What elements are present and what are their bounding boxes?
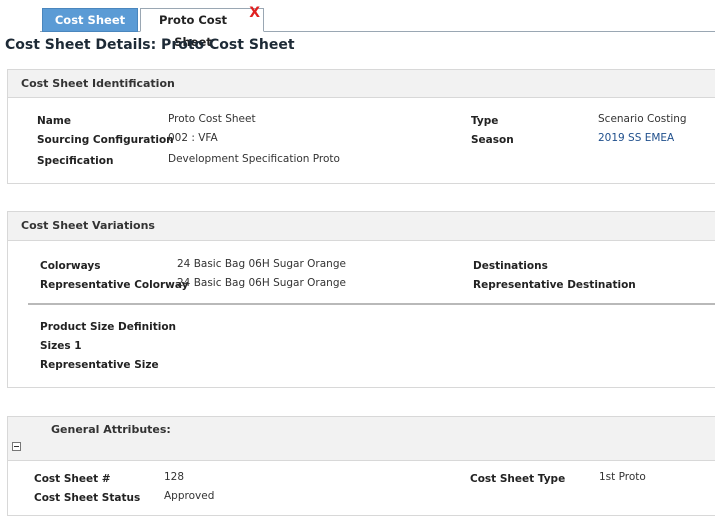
tab-bar: Cost Sheet List Proto Cost Sheet X [0, 0, 715, 49]
cost-sheet-type-label: Cost Sheet Type [470, 473, 566, 485]
specification-value: Development Specification Proto [168, 153, 340, 165]
cost-sheet-number-label: Cost Sheet # [34, 473, 111, 485]
close-icon[interactable]: X [249, 6, 260, 20]
cost-sheet-type-value: 1st Proto [599, 471, 646, 483]
size-definition-label: Product Size Definition [40, 321, 177, 333]
type-value: Scenario Costing [598, 113, 687, 125]
rep-colorway-value: 24 Basic Bag 06H Sugar Orange [177, 277, 346, 289]
general-attributes-header: General Attributes: [8, 417, 715, 461]
page-title: Cost Sheet Details: Proto Cost Sheet [5, 37, 295, 53]
rep-colorway-label: Representative Colorway [40, 279, 189, 291]
identification-panel-title: Cost Sheet Identification [21, 77, 175, 90]
season-link[interactable]: 2019 SS EMEA [598, 132, 674, 144]
identification-panel-header: Cost Sheet Identification [8, 70, 715, 98]
collapse-icon[interactable] [12, 442, 21, 451]
sourcing-config-value: 002 : VFA [168, 132, 218, 144]
cost-sheet-status-label: Cost Sheet Status [34, 492, 141, 504]
variations-panel-title: Cost Sheet Variations [21, 219, 155, 232]
colorways-label: Colorways [40, 260, 101, 272]
destinations-label: Destinations [473, 260, 548, 272]
rep-destination-label: Representative Destination [473, 279, 636, 291]
variations-panel: Cost Sheet Variations Colorways 24 Basic… [7, 211, 715, 388]
variations-divider [28, 303, 715, 305]
general-attributes-panel: General Attributes: Cost Sheet # 128 Cos… [7, 416, 715, 516]
tab-cost-sheet-list[interactable]: Cost Sheet List [42, 8, 138, 49]
cost-sheet-number-value: 128 [164, 471, 185, 483]
sourcing-config-label: Sourcing Configuration [37, 134, 174, 146]
season-label: Season [471, 134, 514, 146]
type-label: Type [471, 115, 499, 127]
variations-panel-header: Cost Sheet Variations [8, 212, 715, 241]
rep-size-label: Representative Size [40, 359, 159, 371]
sizes-label: Sizes 1 [40, 340, 82, 352]
colorways-value: 24 Basic Bag 06H Sugar Orange [177, 258, 346, 270]
identification-panel: Cost Sheet Identification Name Proto Cos… [7, 69, 715, 184]
tab-proto-cost-sheet[interactable]: Proto Cost Sheet X [140, 6, 264, 49]
general-attributes-title: General Attributes: [51, 423, 171, 436]
name-label: Name [37, 115, 71, 127]
cost-sheet-status-value: Approved [164, 490, 215, 502]
specification-label: Specification [37, 155, 114, 167]
name-value: Proto Cost Sheet [168, 113, 256, 125]
